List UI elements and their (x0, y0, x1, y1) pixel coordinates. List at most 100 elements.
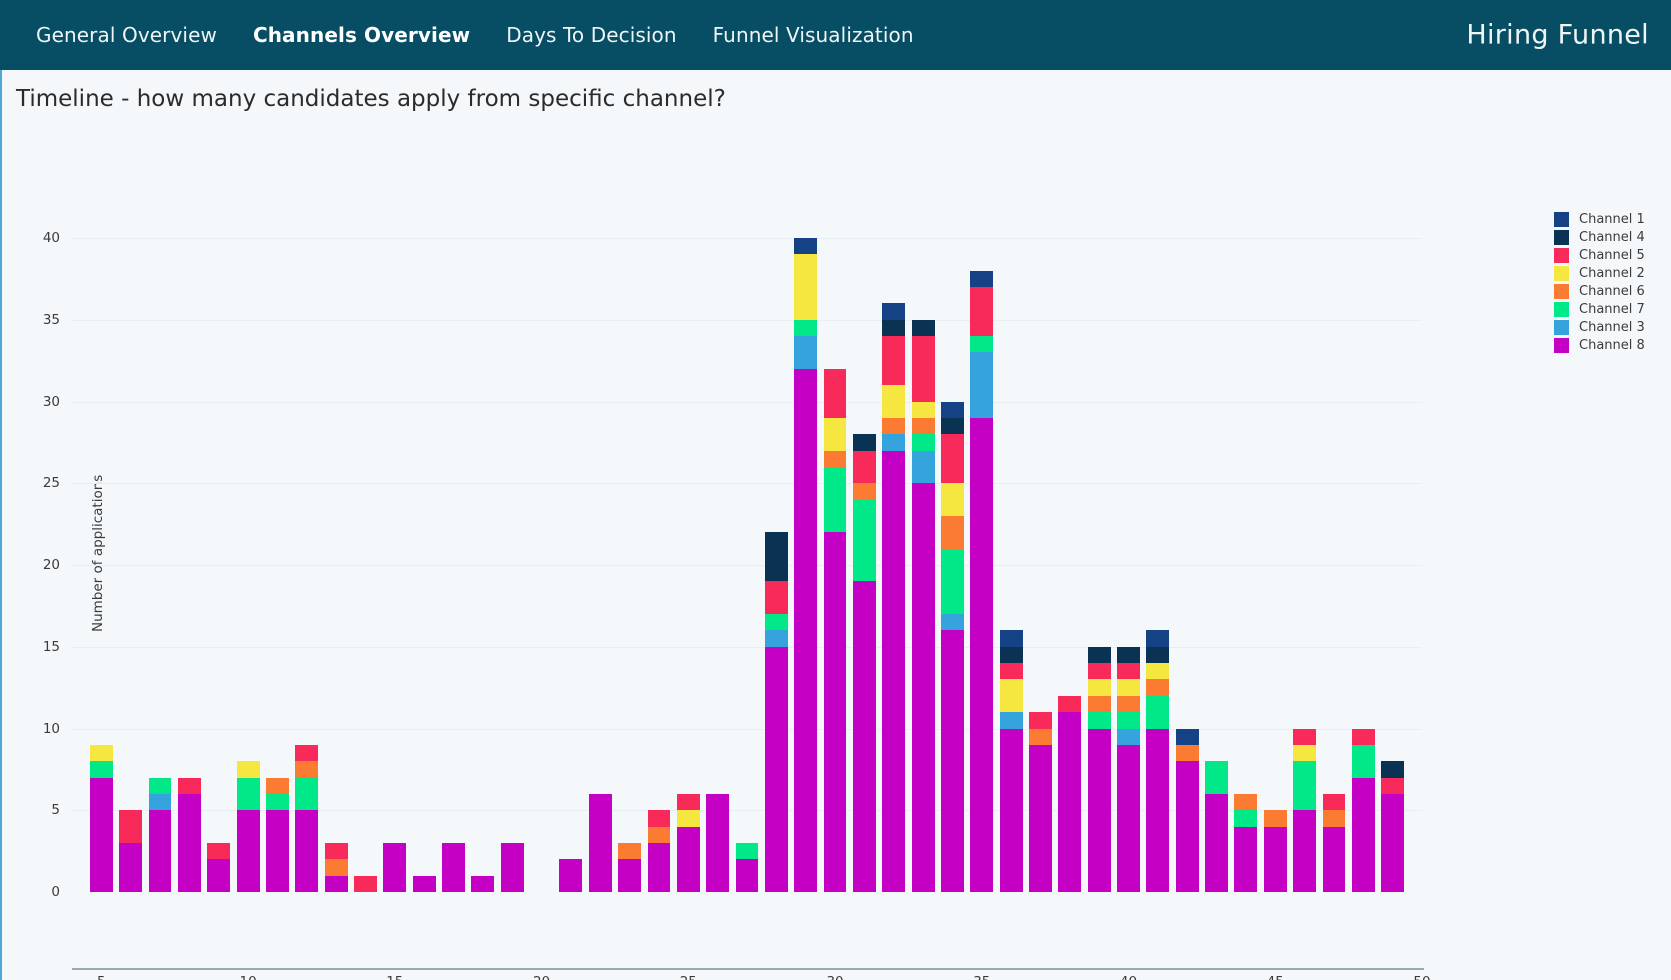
bar-segment-channel-2[interactable] (882, 385, 906, 418)
bar-segment-channel-5[interactable] (1087, 663, 1111, 680)
bar-segment-channel-1[interactable] (1175, 728, 1199, 745)
bar-segment-channel-8[interactable] (324, 875, 348, 892)
bar-week-10[interactable] (236, 761, 260, 892)
bar-segment-channel-8[interactable] (1029, 744, 1052, 892)
bar-segment-channel-5[interactable] (1029, 712, 1052, 729)
bar-segment-channel-8[interactable] (1058, 712, 1082, 892)
bar-segment-channel-8[interactable] (148, 810, 172, 892)
bar-segment-channel-3[interactable] (970, 352, 994, 418)
bar-week-31[interactable] (852, 434, 876, 892)
bar-segment-channel-5[interactable] (207, 842, 231, 860)
bar-segment-channel-6[interactable] (295, 761, 319, 778)
bar-week-48[interactable] (1351, 728, 1375, 892)
bar-segment-channel-4[interactable] (1087, 646, 1111, 664)
bar-segment-channel-8[interactable] (1205, 793, 1228, 892)
nav-tab-funnel-visualization[interactable]: Funnel Visualization (695, 17, 932, 53)
bar-segment-channel-5[interactable] (940, 434, 964, 484)
bar-segment-channel-6[interactable] (1175, 744, 1199, 762)
bar-week-26[interactable] (706, 793, 730, 892)
bar-segment-channel-8[interactable] (999, 728, 1023, 892)
bar-segment-channel-8[interactable] (559, 859, 583, 892)
bar-segment-channel-2[interactable] (794, 254, 818, 320)
legend-item-channel-8[interactable]: Channel 8 (1554, 336, 1669, 354)
bar-segment-channel-5[interactable] (676, 793, 700, 811)
bar-segment-channel-8[interactable] (412, 875, 436, 892)
bar-segment-channel-6[interactable] (1117, 695, 1140, 713)
bar-segment-channel-8[interactable] (882, 450, 906, 892)
bar-segment-channel-5[interactable] (970, 287, 994, 337)
bar-week-27[interactable] (735, 842, 759, 892)
bar-week-35[interactable] (970, 270, 994, 892)
bar-segment-channel-1[interactable] (970, 270, 994, 288)
bar-week-13[interactable] (324, 842, 348, 892)
bar-segment-channel-8[interactable] (1087, 728, 1111, 892)
bar-week-5[interactable] (89, 744, 113, 892)
bar-week-16[interactable] (412, 875, 436, 892)
bar-segment-channel-2[interactable] (1146, 663, 1170, 680)
bar-week-12[interactable] (295, 744, 319, 892)
bar-segment-channel-7[interactable] (1234, 810, 1258, 827)
bar-segment-channel-6[interactable] (1146, 679, 1170, 696)
bar-segment-channel-2[interactable] (89, 744, 113, 762)
bar-week-22[interactable] (588, 793, 612, 892)
nav-tab-days-to-decision[interactable]: Days To Decision (488, 17, 694, 53)
bar-segment-channel-8[interactable] (1146, 728, 1170, 892)
bar-week-49[interactable] (1381, 761, 1405, 892)
bar-segment-channel-5[interactable] (354, 875, 377, 892)
bar-segment-channel-7[interactable] (1351, 744, 1375, 778)
bar-segment-channel-2[interactable] (940, 483, 964, 516)
bar-segment-channel-7[interactable] (236, 777, 260, 811)
legend-item-channel-3[interactable]: Channel 3 (1554, 318, 1669, 336)
bar-segment-channel-2[interactable] (236, 761, 260, 778)
bar-segment-channel-2[interactable] (999, 679, 1023, 713)
bar-week-38[interactable] (1058, 695, 1082, 892)
bar-segment-channel-5[interactable] (324, 842, 348, 860)
bar-segment-channel-8[interactable] (177, 793, 201, 892)
bar-segment-channel-7[interactable] (794, 319, 818, 337)
bar-segment-channel-4[interactable] (1117, 646, 1140, 664)
bar-segment-channel-7[interactable] (1146, 695, 1170, 729)
bar-week-32[interactable] (882, 303, 906, 892)
bar-segment-channel-5[interactable] (1381, 777, 1405, 794)
bar-segment-channel-8[interactable] (1175, 761, 1199, 892)
bar-segment-channel-7[interactable] (940, 548, 964, 615)
bar-segment-channel-3[interactable] (764, 630, 788, 647)
bar-segment-channel-7[interactable] (1087, 712, 1111, 729)
bar-segment-channel-3[interactable] (999, 712, 1023, 729)
bar-week-46[interactable] (1293, 728, 1317, 892)
bar-segment-channel-6[interactable] (1234, 793, 1258, 811)
legend-item-channel-6[interactable]: Channel 6 (1554, 282, 1669, 300)
bar-segment-channel-8[interactable] (383, 842, 407, 892)
bar-segment-channel-3[interactable] (940, 614, 964, 631)
bar-week-19[interactable] (500, 842, 524, 892)
bar-segment-channel-8[interactable] (265, 810, 289, 892)
bar-segment-channel-8[interactable] (1263, 826, 1287, 892)
bar-segment-channel-4[interactable] (764, 532, 788, 582)
bar-segment-channel-8[interactable] (852, 581, 876, 892)
bar-week-43[interactable] (1205, 761, 1228, 892)
bar-segment-channel-4[interactable] (1146, 646, 1170, 664)
bar-week-14[interactable] (354, 875, 377, 892)
bar-segment-channel-8[interactable] (706, 793, 730, 892)
bar-segment-channel-5[interactable] (1351, 728, 1375, 745)
bar-week-9[interactable] (207, 842, 231, 892)
bar-segment-channel-7[interactable] (764, 614, 788, 631)
bar-segment-channel-8[interactable] (588, 793, 612, 892)
bar-week-25[interactable] (676, 793, 700, 892)
bar-segment-channel-7[interactable] (1293, 761, 1317, 811)
bar-segment-channel-5[interactable] (177, 777, 201, 794)
bar-segment-channel-7[interactable] (1205, 761, 1228, 794)
bar-week-45[interactable] (1263, 810, 1287, 892)
bar-week-24[interactable] (647, 810, 671, 892)
bar-segment-channel-4[interactable] (999, 646, 1023, 664)
bar-week-29[interactable] (794, 238, 818, 892)
bar-segment-channel-3[interactable] (148, 793, 172, 811)
bar-segment-channel-7[interactable] (823, 466, 847, 533)
bar-segment-channel-6[interactable] (1263, 810, 1287, 827)
bar-segment-channel-2[interactable] (1087, 679, 1111, 696)
bar-segment-channel-8[interactable] (676, 826, 700, 892)
bar-segment-channel-4[interactable] (1381, 761, 1405, 778)
bar-segment-channel-8[interactable] (1234, 826, 1258, 892)
bar-week-11[interactable] (265, 777, 289, 892)
bar-segment-channel-6[interactable] (1322, 810, 1346, 827)
